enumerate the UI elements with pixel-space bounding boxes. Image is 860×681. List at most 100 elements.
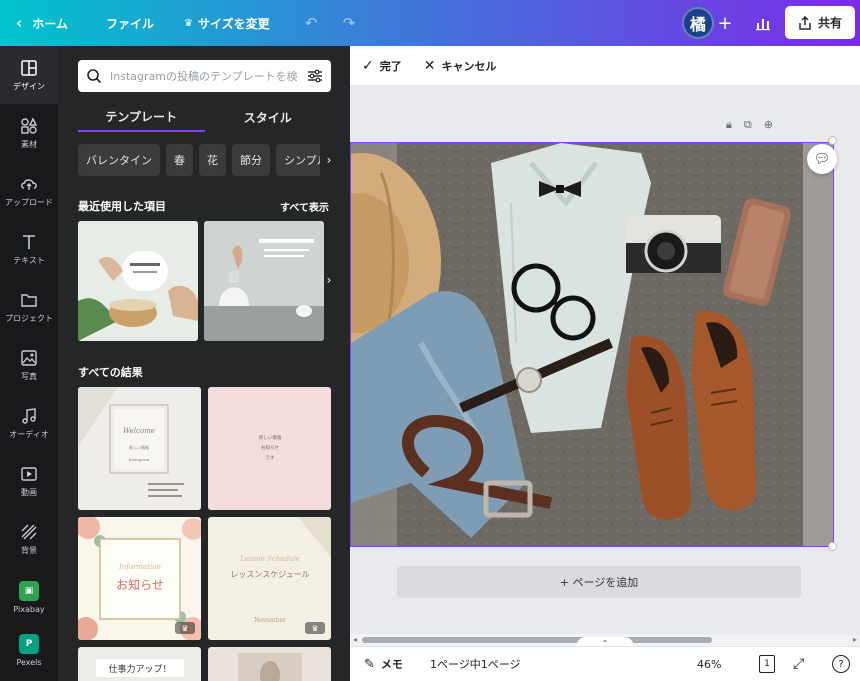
rail-item-background[interactable]: 背景 xyxy=(0,510,58,568)
template-1-line1: Welcome xyxy=(123,427,155,435)
result-template-1-image: Welcome 新しい情報 Instagram xyxy=(78,387,201,510)
rail-item-pixabay[interactable]: ▣ Pixabay xyxy=(0,568,58,626)
canvas-area: 🔒︎ ⧉ ⊕ 💬︎ + ページを追加 xyxy=(350,86,860,634)
results-title: すべての結果 xyxy=(78,366,143,379)
rail-label: 動画 xyxy=(21,487,37,497)
see-all-link[interactable]: すべて表示 xyxy=(280,199,329,214)
chip-setsubun[interactable]: 節分 xyxy=(232,144,270,176)
chevron-right-icon[interactable]: › xyxy=(320,144,338,176)
rail-item-elements[interactable]: 素材 xyxy=(0,104,58,162)
result-template-6[interactable] xyxy=(208,647,331,681)
rail-item-audio[interactable]: オーディオ xyxy=(0,394,58,452)
add-collaborator-icon[interactable]: + xyxy=(710,8,740,38)
template-4-line2: レッスンスケジュール xyxy=(230,570,309,579)
close-icon: ✕ xyxy=(423,57,436,74)
cancel-button[interactable]: ✕ キャンセル xyxy=(424,58,497,74)
rail-label: 背景 xyxy=(21,545,37,555)
tab-templates[interactable]: テンプレート xyxy=(78,102,205,132)
add-page-label: + ページを追加 xyxy=(559,576,639,589)
page-count-button[interactable]: 1 xyxy=(759,655,775,673)
result-template-3[interactable]: Information お知らせ ♛ xyxy=(78,517,201,640)
search-icon xyxy=(87,69,102,84)
rail-label: デザイン xyxy=(13,81,45,91)
recent-template-2[interactable] xyxy=(204,221,324,341)
file-label: ファイル xyxy=(106,16,155,31)
add-page-icon[interactable]: ⊕ xyxy=(764,118,773,132)
template-2-line3: です xyxy=(266,454,275,461)
fullscreen-icon[interactable]: ⤢ xyxy=(793,656,804,672)
share-button[interactable]: 共有 xyxy=(785,6,855,39)
avatar-initial: 橘 xyxy=(689,15,706,34)
cloud-upload-icon xyxy=(21,178,37,190)
lock-icon[interactable]: 🔒︎ xyxy=(726,118,732,132)
undo-icon[interactable]: ↶ xyxy=(296,8,326,38)
add-page-button[interactable]: + ページを追加 xyxy=(397,566,801,598)
text-icon xyxy=(23,234,35,249)
resize-button[interactable]: ♛ サイズを変更 xyxy=(184,0,270,46)
result-template-5[interactable]: 仕事力アップ！ xyxy=(78,647,201,681)
add-comment-icon[interactable]: 💬︎ xyxy=(807,144,837,174)
chip-spring[interactable]: 春 xyxy=(166,144,193,176)
page-indicator: 1ページ中1ページ xyxy=(430,658,521,671)
panel-tabs: テンプレート スタイル xyxy=(78,102,331,132)
rail-item-design[interactable]: デザイン xyxy=(0,46,58,104)
recent-template-1[interactable] xyxy=(78,221,198,341)
music-note-icon xyxy=(22,407,36,424)
done-button[interactable]: ✓ 完了 xyxy=(362,58,402,74)
page-tools: 🔒︎ ⧉ ⊕ xyxy=(726,118,773,132)
analytics-button[interactable] xyxy=(748,8,778,38)
rail-label: オーディオ xyxy=(9,429,49,439)
filter-icon[interactable] xyxy=(307,68,323,84)
crown-icon: ♛ xyxy=(175,622,195,634)
image-icon xyxy=(21,349,37,366)
zoom-level[interactable]: 46% xyxy=(697,658,721,671)
chip-valentine[interactable]: バレンタイン xyxy=(78,144,160,176)
rail-label: アップロード xyxy=(5,197,53,207)
template-2-line2: お知らせ xyxy=(261,444,279,451)
rail-item-projects[interactable]: プロジェクト xyxy=(0,278,58,336)
cancel-label: キャンセル xyxy=(441,59,497,73)
scroll-left-icon[interactable]: ◂ xyxy=(353,635,357,644)
crop-toolbar: ✓ 完了 ✕ キャンセル xyxy=(350,46,860,86)
top-bar: ‹ ホーム ファイル ♛ サイズを変更 ↶ ↷ 橘 + 共有 xyxy=(0,0,860,46)
scroll-right-icon[interactable]: ▸ xyxy=(853,635,857,644)
rail-label: 写真 xyxy=(21,371,37,381)
search-input[interactable] xyxy=(110,69,299,83)
help-button[interactable]: ? xyxy=(832,655,850,673)
rail-label: プロジェクト xyxy=(5,313,53,323)
crown-icon: ♛ xyxy=(184,17,193,29)
home-button[interactable]: ‹ ホーム xyxy=(16,0,68,46)
resize-handle[interactable] xyxy=(828,542,837,551)
rail-item-video[interactable]: 動画 xyxy=(0,452,58,510)
result-template-1[interactable]: Welcome 新しい情報 Instagram xyxy=(78,387,201,510)
rail-item-pexels[interactable]: P Pexels xyxy=(0,626,58,681)
scrollbar-thumb[interactable] xyxy=(362,637,712,643)
template-4-line3: November xyxy=(254,617,286,624)
crown-icon: ♛ xyxy=(305,622,325,634)
result-template-2[interactable]: 新しい情報 お知らせ です xyxy=(208,387,331,510)
share-label: 共有 xyxy=(817,16,842,30)
tab-styles[interactable]: スタイル xyxy=(205,102,332,132)
file-menu[interactable]: ファイル xyxy=(106,0,154,46)
template-1-line2: 新しい情報 xyxy=(129,444,149,450)
flatlay-photo[interactable] xyxy=(351,143,834,547)
chevron-left-icon: ‹ xyxy=(16,14,23,32)
page-count: 1 xyxy=(764,659,770,669)
resize-handle[interactable] xyxy=(828,136,837,145)
rail-item-photos[interactable]: 写真 xyxy=(0,336,58,394)
result-template-4[interactable]: Lesson Schedule レッスンスケジュール November ♛ xyxy=(208,517,331,640)
chip-flower[interactable]: 花 xyxy=(199,144,226,176)
search-box[interactable] xyxy=(78,60,331,92)
done-label: 完了 xyxy=(379,59,402,73)
chevron-right-icon[interactable]: › xyxy=(320,266,338,294)
duplicate-icon[interactable]: ⧉ xyxy=(744,118,752,132)
notes-button[interactable]: ✎ メモ xyxy=(364,656,403,672)
notes-label: メモ xyxy=(380,658,403,671)
rail-item-uploads[interactable]: アップロード xyxy=(0,162,58,220)
rail-item-text[interactable]: テキスト xyxy=(0,220,58,278)
template-3-line2: お知らせ xyxy=(116,578,164,592)
redo-icon[interactable]: ↷ xyxy=(334,8,364,38)
template-1-line3: Instagram xyxy=(129,457,150,462)
design-page[interactable] xyxy=(350,142,834,547)
template-3-line1: Information xyxy=(118,563,162,571)
